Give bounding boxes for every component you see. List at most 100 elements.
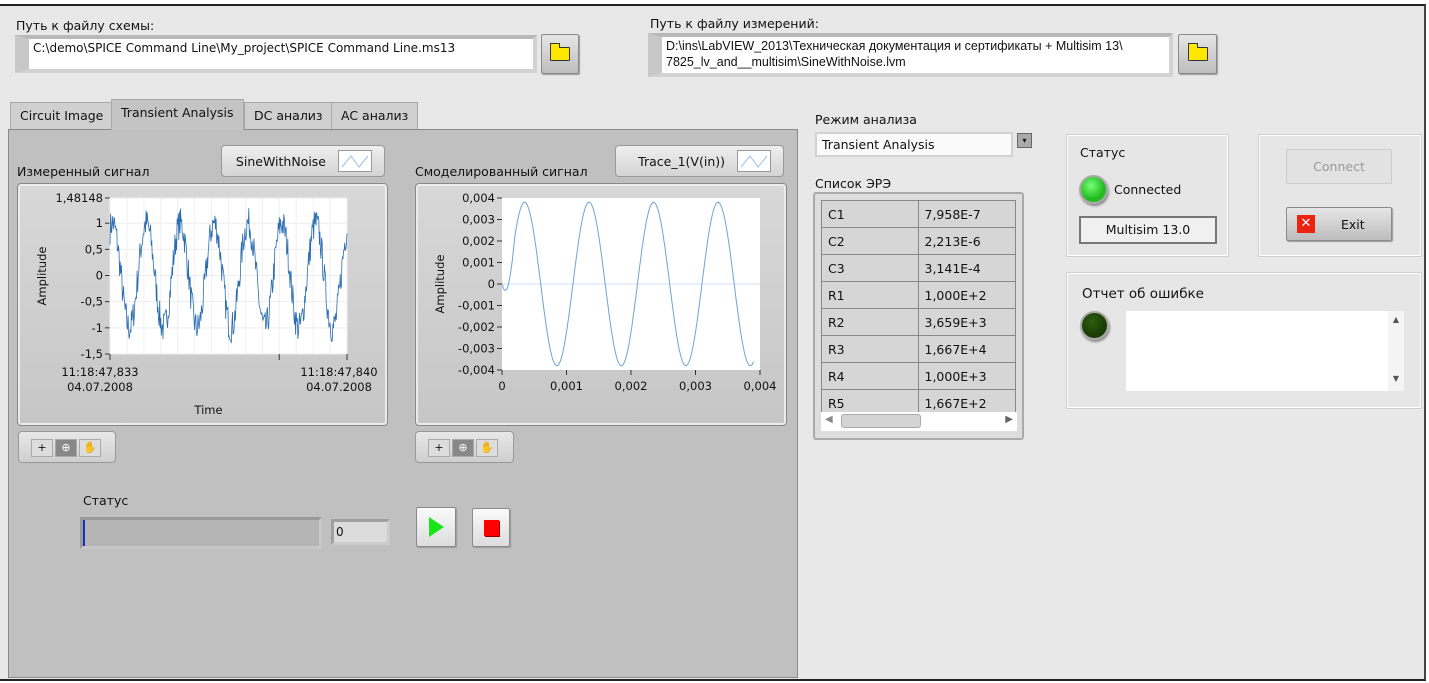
table-row[interactable]: R2 3,659E+3	[821, 308, 1016, 336]
y-tick-label: -0,001	[458, 299, 495, 313]
x-tick-label: 04.07.2008	[67, 380, 133, 394]
zoom-tool-icon[interactable]: ⊕	[55, 439, 77, 457]
simulated-graph-title: Смоделированный сигнал	[415, 164, 588, 179]
tab-dc[interactable]: DC анализ	[244, 102, 333, 130]
schematic-path-value: C:\demo\SPICE Command Line\My_project\SP…	[33, 41, 456, 55]
exit-button[interactable]: ✕ Exit	[1286, 207, 1392, 241]
browse-schematic-button[interactable]	[541, 34, 579, 74]
measured-plot-legend[interactable]: SineWithNoise	[221, 145, 385, 177]
table-row[interactable]: C1 7,958E-7	[821, 200, 1016, 228]
y-axis-label: Amplitude	[35, 247, 49, 306]
connected-led	[1079, 175, 1108, 204]
x-tick-label: 04.07.2008	[306, 380, 372, 394]
path-icon: ⊥	[651, 44, 660, 55]
tab-transient-analysis[interactable]: Transient Analysis	[111, 99, 244, 130]
stop-button[interactable]	[472, 508, 510, 547]
status-group: Статус Connected Multisim 13.0	[1067, 135, 1228, 256]
y-tick-label: 0	[96, 269, 103, 283]
measure-path-line2: 7825_lv_and__multisim\SineWithNoise.lvm	[666, 55, 906, 69]
error-label: Отчет об ошибке	[1082, 286, 1204, 302]
x-tick-label: 0	[498, 379, 505, 393]
vertical-scrollbar[interactable]: ▲ ▼	[1388, 311, 1404, 391]
y-tick-label: 0	[488, 277, 495, 291]
measured-graph-title: Измеренный сигнал	[17, 164, 150, 179]
x-tick-label: 0,002	[615, 379, 648, 393]
simulated-graph[interactable]: 0,004 0,003 0,002 0,001 0 -0,001 -0,002 -0,003 -…	[415, 183, 787, 426]
table-row[interactable]: C2 2,213E-6	[821, 227, 1016, 255]
legend-label: Trace_1(V(in))	[638, 153, 725, 169]
component-name: C2	[821, 227, 919, 255]
simulated-graph-svg: 0,004 0,003 0,002 0,001 0 -0,001 -0,002 -0,003 -…	[433, 191, 777, 393]
y-tick-label: 1,48148	[55, 191, 103, 205]
status-text: Connected	[1114, 182, 1182, 197]
run-button[interactable]	[416, 507, 456, 547]
x-tick-label: 11:18:47,833	[61, 365, 138, 379]
components-table[interactable]: C1 7,958E-7 C2 2,213E-6 C3 3,141E-4 R1 1,000E+2…	[813, 192, 1024, 440]
component-value: 1,667E+4	[917, 335, 1016, 363]
line-style-icon	[338, 150, 372, 172]
close-x-icon: ✕	[1297, 215, 1315, 233]
y-tick-label: 0,002	[462, 234, 495, 248]
cursor-tool-icon[interactable]: +	[31, 439, 53, 457]
table-row[interactable]: R4 1,000E+3	[821, 362, 1016, 390]
y-tick-label: 0,001	[462, 256, 495, 270]
schematic-path-input[interactable]: ⊥ C:\demo\SPICE Command Line\My_project\S…	[15, 35, 537, 73]
component-value: 1,000E+2	[917, 281, 1016, 309]
pan-hand-icon[interactable]: ✋	[476, 439, 498, 457]
connect-button[interactable]: Connect	[1286, 149, 1392, 184]
y-tick-label: -1,5	[81, 347, 103, 361]
error-group: Отчет об ошибке ▲ ▼	[1067, 273, 1421, 408]
mode-dropdown-icon[interactable]: ▾	[1017, 133, 1032, 148]
y-tick-label: -1	[92, 321, 103, 335]
x-tick-label: 0,004	[744, 379, 777, 393]
browse-measure-button[interactable]	[1178, 34, 1217, 74]
component-value: 3,659E+3	[917, 308, 1016, 336]
component-name: R4	[821, 362, 919, 390]
error-led	[1080, 311, 1109, 340]
tab-circuit-image[interactable]: Circuit Image	[10, 102, 114, 130]
measure-path-label: Путь к файлу измерений:	[650, 16, 819, 31]
horizontal-scrollbar[interactable]: ◀ ▶	[821, 412, 1017, 431]
component-value: 2,213E-6	[917, 227, 1016, 255]
component-value: 1,000E+3	[917, 362, 1016, 390]
legend-label: SineWithNoise	[235, 153, 326, 169]
simulated-plot-legend[interactable]: Trace_1(V(in))	[615, 145, 784, 177]
error-text-area[interactable]: ▲ ▼	[1126, 311, 1404, 391]
mode-label: Режим анализа	[815, 112, 917, 127]
y-tick-label: -0,003	[458, 342, 495, 356]
y-tick-label: 0,5	[85, 242, 103, 256]
folder-icon	[1187, 43, 1208, 61]
schematic-path-label: Путь к файлу схемы:	[16, 18, 155, 33]
front-panel: Путь к файлу схемы: ⊥ C:\demo\SPICE Comma…	[0, 4, 1426, 681]
folder-icon	[550, 43, 570, 61]
zoom-tool-icon[interactable]: ⊕	[452, 439, 474, 457]
stop-icon	[483, 519, 499, 536]
y-tick-label: -0,5	[81, 295, 103, 309]
y-axis-label: Amplitude	[433, 255, 447, 314]
table-row[interactable]: R1 1,000E+2	[821, 281, 1016, 309]
x-tick-label: 11:18:47,840	[300, 365, 377, 379]
measured-graph[interactable]: 1,48148 1 0,5 0 -0,5 -1 -1,5 11:18:47,833 04.07.…	[17, 183, 388, 426]
scroll-thumb[interactable]	[841, 414, 921, 428]
status-label: Статус	[1080, 145, 1126, 160]
scroll-left-icon[interactable]: ◀	[825, 414, 833, 425]
pan-hand-icon[interactable]: ✋	[79, 439, 101, 457]
line-style-icon	[737, 150, 771, 172]
component-name: C1	[821, 200, 919, 228]
scroll-down-icon[interactable]: ▼	[1388, 374, 1404, 383]
component-name: C3	[821, 254, 919, 282]
component-name: R3	[821, 335, 919, 363]
component-name: R2	[821, 308, 919, 336]
tab-ac[interactable]: AC анализ	[331, 102, 419, 130]
version-indicator: Multisim 13.0	[1079, 216, 1217, 244]
table-row[interactable]: C3 3,141E-4	[821, 254, 1016, 282]
measure-path-input[interactable]: ⊥ D:\ins\LabVIEW_2013\Техническая докумен…	[648, 33, 1173, 77]
progress-label: Статус	[83, 493, 129, 508]
scroll-right-icon[interactable]: ▶	[1005, 414, 1013, 425]
measured-graph-svg: 1,4814810,50-0,5-1-1,511:18:47,83304.07.…	[35, 191, 378, 417]
progress-bar	[80, 517, 322, 549]
scroll-up-icon[interactable]: ▲	[1388, 315, 1404, 324]
mode-select[interactable]: Transient Analysis	[815, 132, 1013, 157]
table-row[interactable]: R3 1,667E+4	[821, 335, 1016, 363]
cursor-tool-icon[interactable]: +	[428, 439, 450, 457]
